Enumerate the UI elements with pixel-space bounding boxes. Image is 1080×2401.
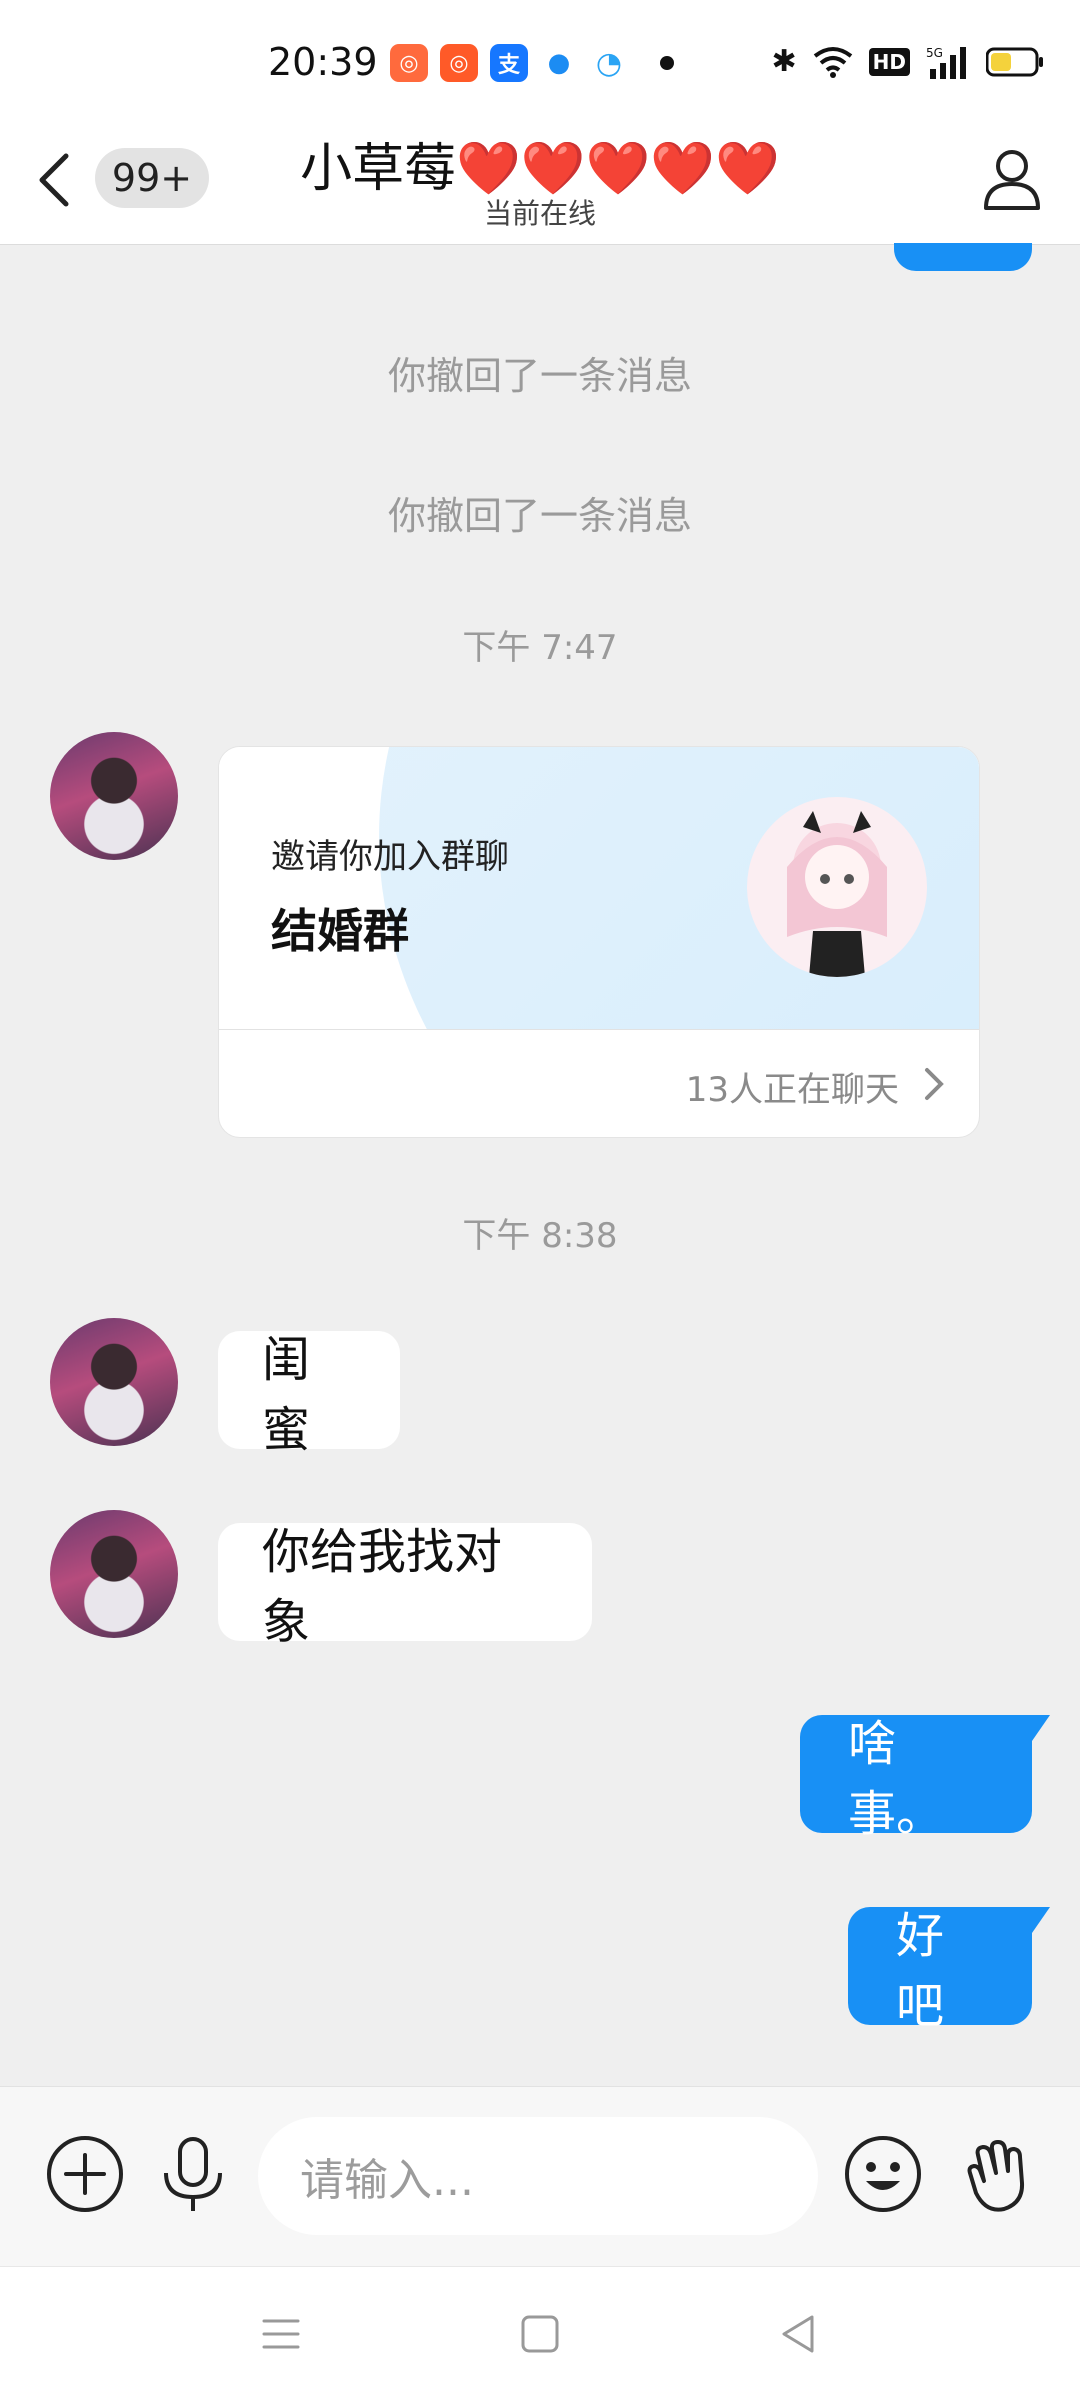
- timestamp: 下午 7:47: [462, 628, 618, 668]
- status-app-icons: ◎ ◎ 支 ● ◔: [390, 44, 674, 82]
- member-count: 13人正在聊天: [685, 1070, 899, 1110]
- input-bar: 请输入...: [0, 2086, 1080, 2267]
- message-bubble-in[interactable]: 闺蜜: [218, 1331, 400, 1458]
- bubble-tail: [1032, 1907, 1050, 1933]
- home-icon[interactable]: [517, 2311, 563, 2357]
- timestamp: 下午 8:38: [462, 1216, 618, 1256]
- profile-icon[interactable]: [982, 146, 1042, 210]
- message-bubble-out-partial: [894, 243, 1032, 271]
- dot-icon: [660, 56, 674, 70]
- signal-5g-icon: 5G: [926, 46, 966, 79]
- contact-avatar[interactable]: [50, 1510, 178, 1638]
- hd-icon: HD: [868, 47, 910, 76]
- plus-icon[interactable]: [44, 2133, 126, 2215]
- status-time: 20:39: [268, 40, 378, 84]
- chevron-right-icon: [925, 1068, 944, 1100]
- message-bubble-in[interactable]: 你给我找对象: [218, 1523, 592, 1650]
- recall-notice: 你撤回了一条消息: [387, 494, 692, 538]
- contact-name: 小草莓❤️❤️❤️❤️❤️: [300, 139, 780, 199]
- recall-notice: 你撤回了一条消息: [387, 354, 692, 398]
- bluetooth-icon: ✱: [771, 44, 797, 79]
- battery-icon: [986, 47, 1043, 76]
- group-name: 结婚群: [271, 904, 409, 958]
- app-icon-5: ◔: [590, 44, 628, 82]
- contact-avatar[interactable]: [50, 732, 178, 860]
- message-input[interactable]: 请输入...: [258, 2117, 818, 2235]
- contact-avatar[interactable]: [50, 1318, 178, 1446]
- message-bubble-out[interactable]: 啥事。: [800, 1715, 1050, 1842]
- app-icon-2: ◎: [440, 44, 478, 82]
- invite-label: 邀请你加入群聊: [271, 837, 509, 877]
- online-status: 当前在线: [483, 197, 596, 230]
- status-indicators: ✱ HD 5G: [772, 44, 1044, 79]
- app-icon-1: ◎: [390, 44, 428, 82]
- group-invite-header: 邀请你加入群聊 结婚群: [219, 747, 979, 1029]
- poke-hand-icon[interactable]: [956, 2133, 1038, 2215]
- message-bubble-out[interactable]: 好吧: [848, 1907, 1050, 2034]
- alipay-icon: 支: [490, 44, 528, 82]
- emoji-icon[interactable]: [842, 2133, 924, 2215]
- app-icon-4: ●: [540, 44, 578, 82]
- bubble-tail: [1032, 1715, 1050, 1741]
- svg-text:5G: 5G: [926, 46, 943, 60]
- menu-icon[interactable]: [258, 2311, 304, 2357]
- status-bar: 20:39 ◎ ◎ 支 ● ◔ ✱ HD 5G: [0, 0, 1080, 120]
- group-avatar: [747, 797, 927, 977]
- back-triangle-icon[interactable]: [776, 2311, 822, 2357]
- wifi-icon: [813, 46, 852, 78]
- system-nav-bar: [0, 2266, 1080, 2401]
- message-text: 好吧: [896, 1908, 945, 2034]
- chat-header: 99+ 小草莓❤️❤️❤️❤️❤️ 当前在线: [0, 120, 1080, 245]
- message-text: 啥事。: [848, 1716, 945, 1842]
- group-invite-footer[interactable]: 13人正在聊天: [219, 1029, 979, 1137]
- group-invite-card[interactable]: 邀请你加入群聊 结婚群 13人正在聊天: [218, 746, 980, 1138]
- microphone-icon[interactable]: [152, 2133, 234, 2215]
